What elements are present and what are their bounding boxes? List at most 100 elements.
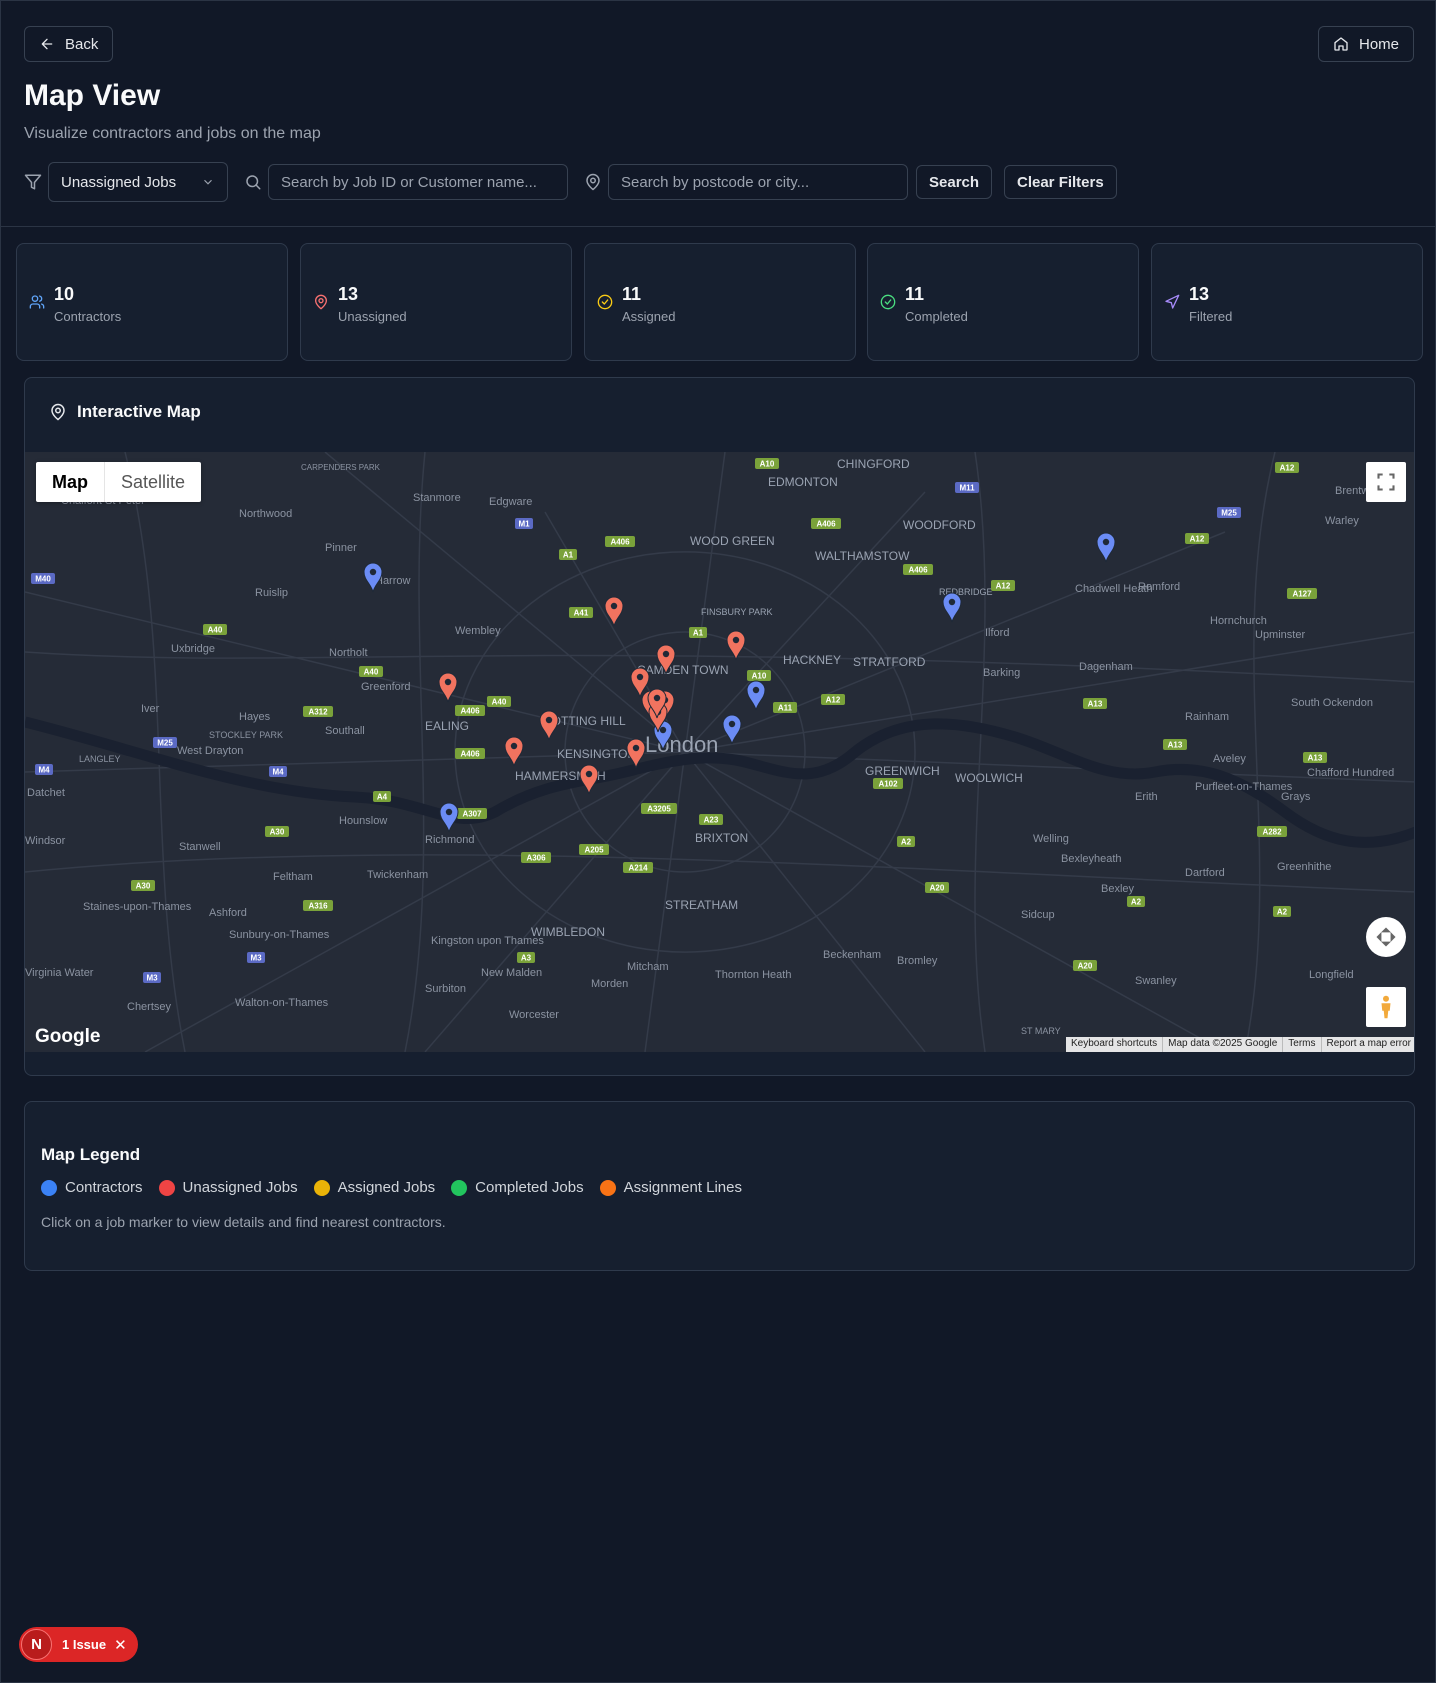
map-place-label: CHINGFORD <box>837 457 910 471</box>
map-legend-card: Map Legend Contractors Unassigned Jobs A… <box>24 1101 1415 1271</box>
move-arrows-icon <box>1376 927 1396 947</box>
road-shield-label: M4 <box>272 768 284 777</box>
map-place-label: Swanley <box>1135 975 1177 987</box>
fullscreen-button[interactable] <box>1366 462 1406 502</box>
road-shield-label: A23 <box>704 816 719 825</box>
map-place-label: Datchet <box>27 787 65 799</box>
map-place-label: Stanwell <box>179 841 221 853</box>
legend-dot <box>451 1179 468 1196</box>
map-place-label: Dagenham <box>1079 661 1133 673</box>
map-place-label: Staines-upon-Thames <box>83 901 192 913</box>
stat-label: Assigned <box>622 309 676 324</box>
legend-item-unassigned: Unassigned Jobs <box>158 1179 298 1196</box>
map-canvas[interactable]: LondonCAMDEN TOWNNOTTING HILLKENSINGTONH… <box>25 452 1415 1052</box>
keyboard-shortcuts-link[interactable]: Keyboard shortcuts <box>1066 1037 1162 1052</box>
legend-item-completed: Completed Jobs <box>451 1179 584 1196</box>
search-icon <box>246 175 261 190</box>
stat-card-contractors: 10 Contractors <box>16 243 288 361</box>
terms-link[interactable]: Terms <box>1282 1037 1320 1052</box>
road-shield-label: A406 <box>460 707 480 716</box>
clear-filters-button[interactable]: Clear Filters <box>1004 165 1117 199</box>
map-type-satellite-button[interactable]: Satellite <box>105 462 201 502</box>
job-search-input[interactable] <box>268 164 568 200</box>
map-place-label: Morden <box>591 978 628 990</box>
legend-dot <box>158 1179 175 1196</box>
camera-control-button[interactable] <box>1366 917 1406 957</box>
filter-bar: Unassigned Jobs Search Clear Filters <box>24 162 1324 202</box>
home-icon <box>1334 37 1348 51</box>
map-place-label: Upminster <box>1255 629 1305 641</box>
street-view-pegman-button[interactable] <box>1366 987 1406 1027</box>
road-shield-label: M3 <box>146 974 158 983</box>
map-place-label: FINSBURY PARK <box>701 607 773 617</box>
map-place-label: Ilford <box>985 627 1009 639</box>
google-logo: Google <box>35 1026 101 1047</box>
map-type-map-button[interactable]: Map <box>36 462 105 502</box>
stat-card-filtered: 13 Filtered <box>1151 243 1423 361</box>
legend-label: Contractors <box>65 1179 143 1196</box>
close-icon[interactable]: ✕ <box>114 1636 127 1654</box>
road-shield-label: A40 <box>364 668 379 677</box>
stat-label: Completed <box>905 309 968 324</box>
map-place-label: Surbiton <box>425 983 466 995</box>
road-shield-label: A316 <box>308 902 328 911</box>
map-place-label: Barking <box>983 667 1020 679</box>
legend-item-assignment-lines: Assignment Lines <box>599 1179 742 1196</box>
road-shield-label: M4 <box>38 766 50 775</box>
map-place-label: EALING <box>425 719 469 733</box>
road-shield-label: A2 <box>901 838 912 847</box>
map-place-label: BRIXTON <box>695 831 748 845</box>
home-label: Home <box>1359 35 1400 53</box>
map-place-label: Dartford <box>1185 867 1225 879</box>
map-place-label: WOODFORD <box>903 518 976 532</box>
map-place-label: Rainham <box>1185 711 1229 723</box>
map-place-label: New Malden <box>481 967 542 979</box>
road-shield-label: A406 <box>460 750 480 759</box>
map-place-label: KENSINGTON <box>557 747 636 761</box>
stat-value: 13 <box>1189 284 1210 304</box>
location-search-input[interactable] <box>608 164 908 200</box>
map-place-label: Sidcup <box>1021 909 1055 921</box>
map-card-title: Interactive Map <box>77 402 201 421</box>
stat-label: Filtered <box>1189 309 1233 324</box>
report-map-error-link[interactable]: Report a map error <box>1320 1037 1414 1052</box>
road-shield-label: A1 <box>563 551 574 560</box>
map-place-label: Southall <box>325 725 365 737</box>
issue-badge[interactable]: N 1 Issue ✕ <box>19 1627 138 1662</box>
header-divider <box>0 226 1436 227</box>
road-shield-label: A41 <box>574 609 589 618</box>
road-shield-label: A127 <box>1292 590 1312 599</box>
map-place-label: WALTHAMSTOW <box>815 549 910 563</box>
map-place-label: STREATHAM <box>665 898 738 912</box>
stat-label: Contractors <box>54 309 122 324</box>
legend-label: Assigned Jobs <box>337 1179 436 1196</box>
map-pin-icon <box>586 173 600 191</box>
map-place-label: WOOD GREEN <box>690 534 775 548</box>
map-place-label: Sunbury-on-Thames <box>229 929 330 941</box>
back-label: Back <box>65 35 99 53</box>
map-place-label: Kingston upon Thames <box>431 935 544 947</box>
map-place-label: Pinner <box>325 542 357 554</box>
filter-icon <box>24 174 42 190</box>
map-place-label: Iver <box>141 703 160 715</box>
road-shield-label: M3 <box>250 954 262 963</box>
back-button[interactable]: Back <box>24 26 114 62</box>
job-filter-select[interactable]: Unassigned Jobs <box>48 162 228 202</box>
map-place-label: Greenford <box>361 681 411 693</box>
map-pin-icon <box>51 403 65 421</box>
road-shield-label: A4 <box>377 793 388 802</box>
search-button[interactable]: Search <box>916 165 993 199</box>
map-place-label: South Ockendon <box>1291 697 1373 709</box>
map-place-label: Chafford Hundred <box>1307 767 1394 779</box>
road-shield-label: A12 <box>1280 464 1295 473</box>
map-place-label: Thornton Heath <box>715 969 791 981</box>
legend-item-contractors: Contractors <box>41 1179 143 1196</box>
google-map[interactable]: London CAMDEN TOWN NOTTING HILL KENSINGTON H… <box>25 452 1415 1052</box>
road-shield-label: A406 <box>908 566 928 575</box>
chevron-down-icon <box>204 179 212 185</box>
map-place-label: Feltham <box>273 871 313 883</box>
home-button[interactable]: Home <box>1318 26 1415 62</box>
road-shield-label: A1 <box>693 629 704 638</box>
road-shield-label: A3 <box>521 954 532 963</box>
stat-value: 10 <box>54 284 75 304</box>
